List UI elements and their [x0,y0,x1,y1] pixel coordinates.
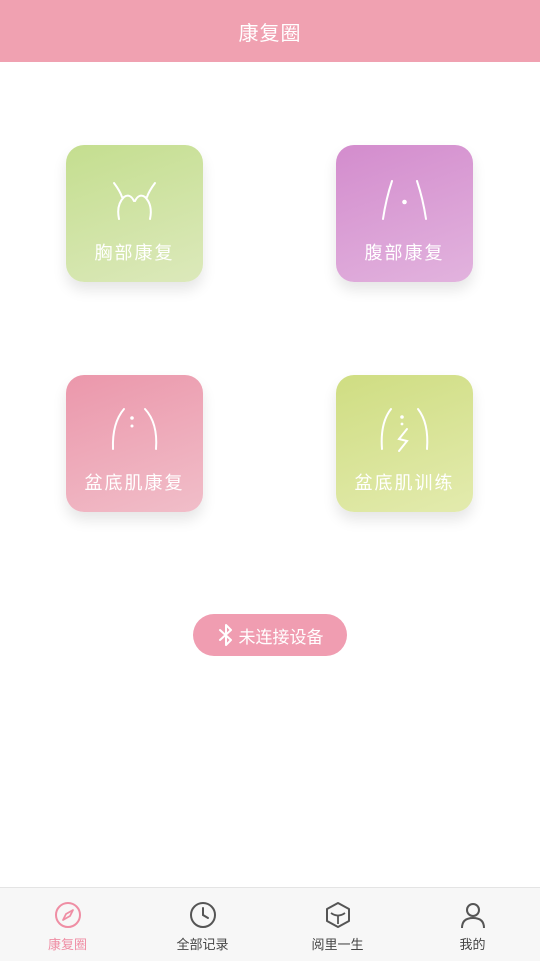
connect-device-label: 未连接设备 [238,627,324,648]
clock-icon [190,902,216,928]
page-title: 康复圈 [238,20,302,45]
tile-label: 盆底肌训练 [354,473,455,494]
bottom-tab-bar: 康复圈 全部记录 阅里一生 我的 [0,887,540,961]
tile-label: 盆底肌康复 [84,473,185,494]
box-icon [326,902,350,928]
pelvic-floor-training-tile[interactable]: 盆底肌训练 [336,375,473,512]
tab-all-records[interactable]: 全部记录 [135,888,270,961]
bluetooth-icon [218,624,232,646]
tab-label: 康复圈 [47,938,87,953]
tile-label: 胸部康复 [94,243,175,264]
tile-label: 腹部康复 [364,243,445,264]
compass-icon [55,902,81,928]
header-bar: 康复圈 [0,0,540,62]
abdomen-rehab-tile[interactable]: 腹部康复 [336,145,473,282]
tab-label: 阅里一生 [311,938,364,953]
connect-device-button[interactable]: 未连接设备 [193,614,347,656]
tab-yueli[interactable]: 阅里一生 [270,888,405,961]
chest-rehab-tile[interactable]: 胸部康复 [66,145,203,282]
tab-mine[interactable]: 我的 [405,888,540,961]
tab-rehab-circle[interactable]: 康复圈 [0,888,135,961]
user-icon [461,903,485,929]
pelvic-floor-rehab-tile[interactable]: 盆底肌康复 [66,375,203,512]
tab-label: 全部记录 [176,938,229,953]
tab-label: 我的 [459,938,486,953]
